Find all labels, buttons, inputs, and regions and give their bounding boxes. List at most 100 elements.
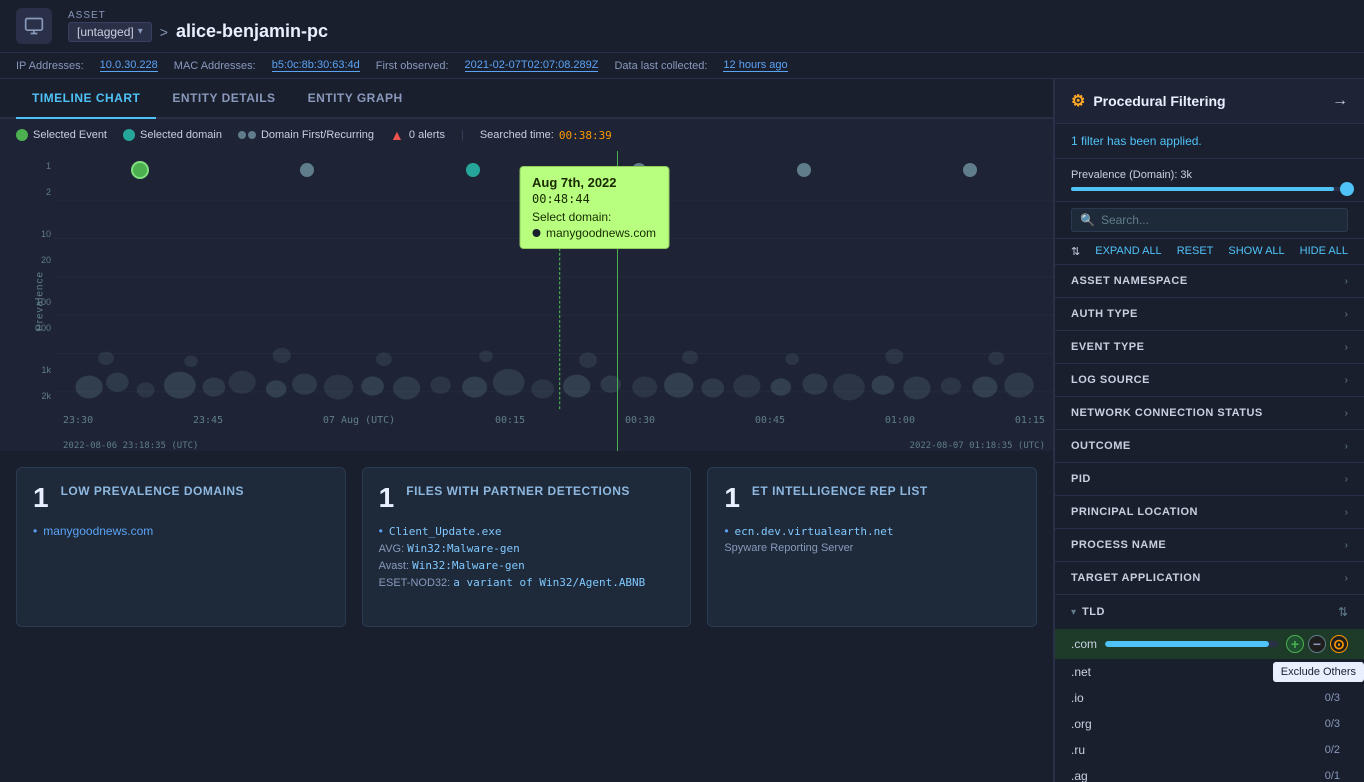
section-header-process-name[interactable]: PROCESS NAME › [1055,529,1364,561]
chevron-outcome: › [1345,441,1348,452]
chart-dot-selected[interactable] [131,161,149,179]
asset-icon [16,8,52,44]
section-process-name: PROCESS NAME › [1055,529,1364,562]
card-count-1: 1 [33,484,49,512]
chevron-down-icon: ▾ [138,26,143,37]
section-header-asset-namespace[interactable]: ASSET NAMESPACE › [1055,265,1364,297]
tooltip-domain-row: manygoodnews.com [532,226,656,240]
mac-address[interactable]: b5:0c:8b:30:63:4d [272,59,360,72]
section-header-network-connection[interactable]: NETWORK CONNECTION STATUS › [1055,397,1364,429]
tld-include-btn-com[interactable]: + [1286,635,1304,653]
tld-count-io: 0/3 [1325,692,1340,704]
chevron-process-name: › [1345,540,1348,551]
tooltip-bullet [532,229,540,237]
section-header-log-source[interactable]: LOG SOURCE › [1055,364,1364,396]
prevalence-slider-thumb[interactable] [1340,182,1354,196]
filter-search-box[interactable]: 🔍 [1071,208,1348,232]
section-pid: PID › [1055,463,1364,496]
y-label-2k: 2k [4,391,51,401]
meta-row: IP Addresses: 10.0.30.228 MAC Addresses:… [0,53,1364,79]
expand-all-btn[interactable]: EXPAND ALL [1095,245,1161,258]
section-title-outcome: OUTCOME [1071,440,1131,452]
asset-tag-dropdown[interactable]: [untagged] ▾ [68,22,152,42]
filter-search-input[interactable] [1101,213,1339,227]
hide-all-btn[interactable]: HIDE ALL [1300,245,1348,258]
card-files-partner: 1 FILES WITH PARTNER DETECTIONS Client_U… [362,467,692,627]
card-low-prevalence: 1 LOW PREVALENCE DOMAINS manygoodnews.co… [16,467,346,627]
tld-exclude-btn-com[interactable]: − [1308,635,1326,653]
card-title-1: LOW PREVALENCE DOMAINS [61,484,244,500]
search-time-label: Searched time: [480,129,554,141]
section-title-pid: PID [1071,473,1091,485]
show-all-btn[interactable]: SHOW ALL [1228,245,1284,258]
x-axis-bottom: 2022-08-06 23:18:35 (UTC) 2022-08-07 01:… [55,441,1053,451]
expand-icon: ⇅ [1071,245,1080,258]
card-item-domain[interactable]: manygoodnews.com [33,524,329,538]
chart-dot-domain[interactable] [466,163,480,177]
tld-count-net: 0/33 [1319,666,1340,678]
tld-count-ag: 0/1 [1325,770,1340,782]
card-domain-value: manygoodnews.com [43,524,153,538]
tabs-container: TIMELINE CHART ENTITY DETAILS ENTITY GRA… [0,79,1053,119]
section-header-event-type[interactable]: EVENT TYPE › [1055,331,1364,363]
tld-reset-btn-com[interactable]: ⊙ [1330,635,1348,653]
x-bottom-right: 2022-08-07 01:18:35 (UTC) [910,441,1045,451]
first-observed-value[interactable]: 2021-02-07T02:07:08.289Z [465,59,599,72]
reset-btn[interactable]: RESET [1177,245,1214,258]
card-item-file[interactable]: Client_Update.exe [379,524,675,538]
card-item-et-domain[interactable]: ecn.dev.virtualearth.net [724,524,1020,538]
section-target-application: TARGET APPLICATION › [1055,562,1364,595]
y-label-200: 200 [4,323,51,333]
chart-dot-1[interactable] [300,163,314,177]
x-bottom-left: 2022-08-06 23:18:35 (UTC) [63,441,198,451]
asset-name: alice-benjamin-pc [176,21,328,42]
section-title-event-type: EVENT TYPE [1071,341,1144,353]
tab-entity-graph[interactable]: ENTITY GRAPH [292,79,419,119]
tld-item-io: .io 0/3 [1055,685,1364,711]
tld-sort-icon[interactable]: ⇅ [1338,605,1348,619]
chart-dot-4[interactable] [963,163,977,177]
first-observed-label: First observed: [376,60,449,72]
section-title-process-name: PROCESS NAME [1071,539,1166,551]
legend-selected-domain: Selected domain [123,129,222,141]
prevalence-slider-bar[interactable] [1071,187,1348,191]
cards-row: 1 LOW PREVALENCE DOMAINS manygoodnews.co… [0,451,1053,643]
card-count-2: 1 [379,484,395,512]
x-label-0115: 01:15 [1015,415,1045,426]
section-header-target-application[interactable]: TARGET APPLICATION › [1055,562,1364,594]
arrow-right-icon[interactable]: → [1332,92,1348,110]
section-header-auth-type[interactable]: AUTH TYPE › [1055,298,1364,330]
card-title-3: ET INTELLIGENCE REP LIST [752,484,928,500]
y-label-1: 1 [4,161,51,171]
tab-timeline[interactable]: TIMELINE CHART [16,79,156,119]
section-title-asset-namespace: ASSET NAMESPACE [1071,275,1188,287]
section-header-outcome[interactable]: OUTCOME › [1055,430,1364,462]
card-detection-avast: Avast: Win32:Malware-gen [379,559,675,572]
card-et-intelligence: 1 ET INTELLIGENCE REP LIST ecn.dev.virtu… [707,467,1037,627]
tld-section-header[interactable]: ▾ TLD ⇅ [1055,595,1364,629]
right-panel-title: Procedural Filtering [1093,93,1225,109]
asset-tag-value: [untagged] [77,25,134,39]
prevalence-slider-container[interactable] [1071,187,1348,191]
last-collected-value[interactable]: 12 hours ago [723,59,787,72]
mac-label: MAC Addresses: [174,60,256,72]
tld-label-io: .io [1071,691,1084,705]
x-label-0030: 00:30 [625,415,655,426]
section-tld: ▾ TLD ⇅ .com + − [1055,595,1364,782]
chevron-target-application: › [1345,573,1348,584]
asset-label: ASSET [68,10,328,21]
tab-entity-details[interactable]: ENTITY DETAILS [156,79,291,119]
ip-address[interactable]: 10.0.30.228 [100,59,158,72]
tld-count-ru: 0/2 [1325,744,1340,756]
legend-search-time: Searched time: 00:38:39 [480,129,612,142]
right-panel-title-group: ⚙ Procedural Filtering [1071,91,1226,111]
tld-label-ru: .ru [1071,743,1085,757]
tld-item-ag: .ag 0/1 [1055,763,1364,782]
section-header-principal-location[interactable]: PRINCIPAL LOCATION › [1055,496,1364,528]
ip-label: IP Addresses: [16,60,84,72]
chart-legend: Selected Event Selected domain Domain Fi… [0,119,1053,151]
chart-dot-3[interactable] [797,163,811,177]
chevron-network-connection: › [1345,408,1348,419]
x-label-aug07: 07 Aug (UTC) [323,415,395,426]
section-header-pid[interactable]: PID › [1055,463,1364,495]
